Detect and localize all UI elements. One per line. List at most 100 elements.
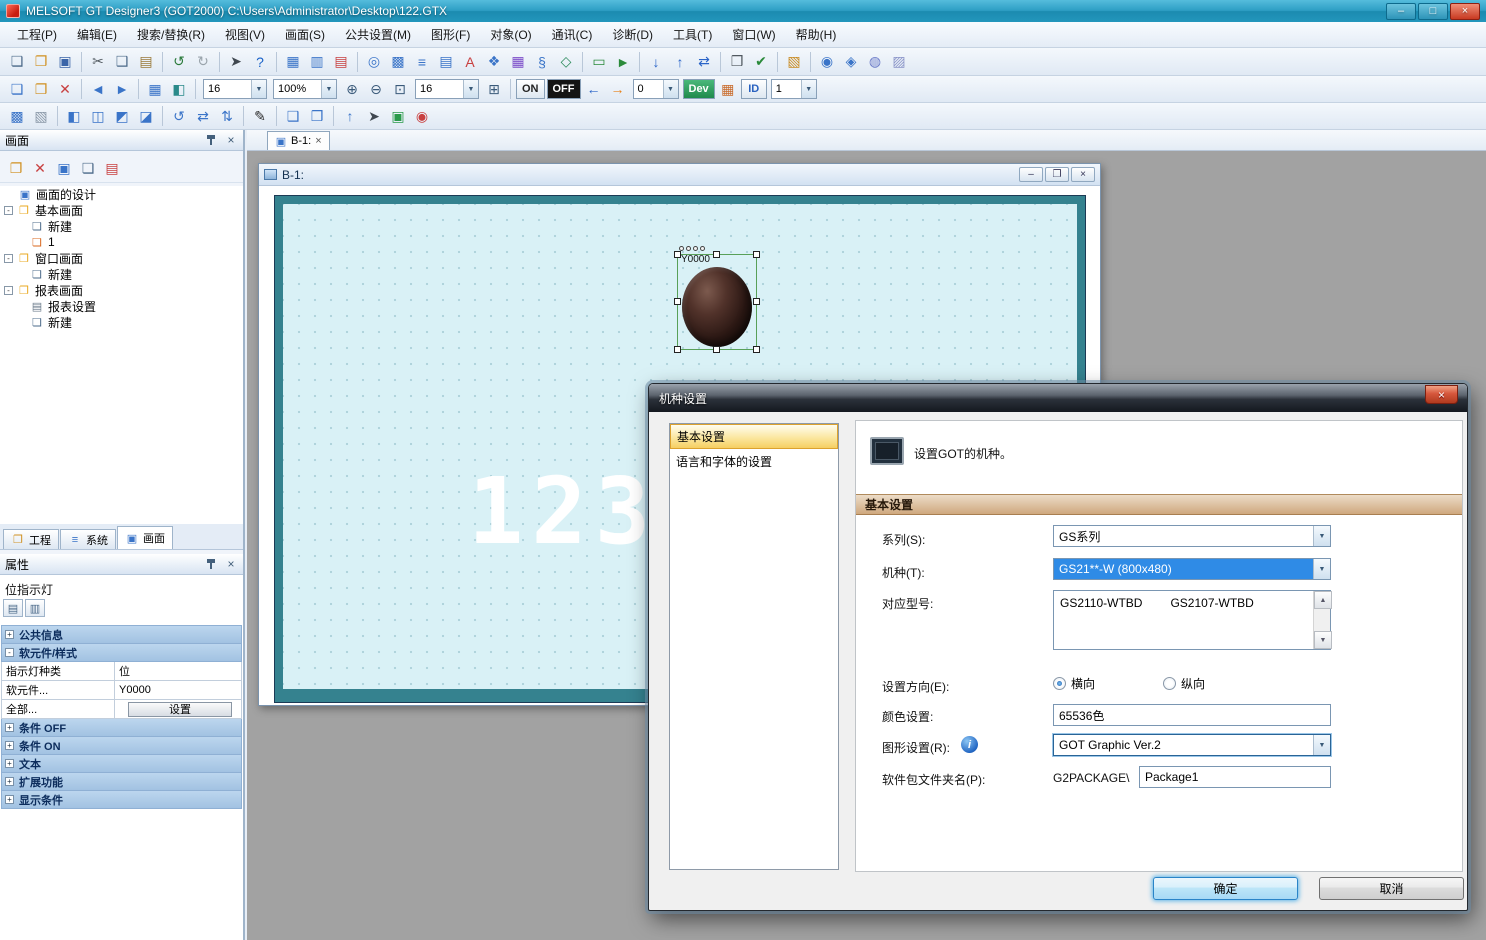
screen-window-titlebar[interactable]: B-1: – ❐ × <box>259 164 1100 186</box>
new-window-screen-icon[interactable]: ▥ <box>306 51 328 73</box>
settings-button[interactable]: 设置 <box>128 702 232 717</box>
on-state-button[interactable]: ON <box>516 79 545 99</box>
edit-vertex-icon[interactable]: ✎ <box>249 105 271 127</box>
prop-row-device[interactable]: 软元件... Y0000 <box>1 681 242 700</box>
device-list-icon[interactable]: ▤ <box>435 51 457 73</box>
state-dropdown-icon[interactable] <box>663 80 678 98</box>
screen-maximize-button[interactable]: ❐ <box>1045 167 1069 182</box>
new-report-screen-icon[interactable]: ▤ <box>330 51 352 73</box>
orientation-horizontal-radio[interactable]: 横向 <box>1053 675 1095 692</box>
alphabetical-view-icon[interactable]: ▥ <box>25 599 45 617</box>
font-size-dropdown-icon[interactable] <box>251 80 266 98</box>
ungroup-icon[interactable]: ❒ <box>306 105 328 127</box>
lamp-object[interactable]: Y0000 <box>675 248 759 352</box>
rotate-left-icon[interactable]: ↺ <box>168 105 190 127</box>
tree-item-report-settings[interactable]: ▤ 报表设置 <box>0 298 243 314</box>
tree-item-screen-design[interactable]: ▣ 画面的设计 <box>0 186 243 202</box>
radio-selected-icon[interactable] <box>1053 677 1066 690</box>
menu-view[interactable]: 视图(V) <box>216 23 274 46</box>
next-screen-icon[interactable]: ► <box>111 78 133 100</box>
resize-handle[interactable] <box>713 251 720 258</box>
compatible-models-list[interactable]: GS2110-WTBD GS2107-WTBD <box>1053 590 1331 650</box>
layer-dropdown-icon[interactable] <box>801 80 816 98</box>
resize-handle[interactable] <box>713 346 720 353</box>
window-maximize-button[interactable]: □ <box>1418 3 1448 20</box>
document-creator-icon[interactable]: ▧ <box>783 51 805 73</box>
nav-item-basic-settings[interactable]: 基本设置 <box>670 424 838 449</box>
menu-diagnostics[interactable]: 诊断(D) <box>603 23 662 46</box>
write-to-got-icon[interactable]: ↓ <box>645 51 667 73</box>
tab-project[interactable]: ❐ 工程 <box>3 529 59 549</box>
off-state-button[interactable]: OFF <box>547 79 581 99</box>
layer-combo[interactable]: 1 <box>771 79 817 99</box>
prop-section-extended[interactable]: + 扩展功能 <box>1 773 242 791</box>
resize-handle[interactable] <box>753 346 760 353</box>
tab-close-icon[interactable]: × <box>315 135 321 147</box>
menu-common-settings[interactable]: 公共设置(M) <box>336 23 420 46</box>
prop-section-display-condition[interactable]: + 显示条件 <box>1 791 242 809</box>
screen-image-list-icon[interactable]: ▦ <box>144 78 166 100</box>
zoom-out-icon[interactable]: ⊖ <box>365 78 387 100</box>
screen-minimize-button[interactable]: – <box>1019 167 1043 182</box>
flip-vertical-icon[interactable]: ⇅ <box>216 105 238 127</box>
resize-handle[interactable] <box>674 346 681 353</box>
prop-section-common-info[interactable]: + 公共信息 <box>1 626 242 644</box>
graphics-dropdown-icon[interactable] <box>1313 735 1330 755</box>
tree-expander-icon[interactable]: - <box>4 254 13 263</box>
search-device-icon[interactable]: ◍ <box>864 51 886 73</box>
prop-value[interactable]: 位 <box>115 662 241 680</box>
paste-icon[interactable]: ▤ <box>135 51 157 73</box>
tree-item-report-new[interactable]: ❏ 新建 <box>0 314 243 330</box>
menu-edit[interactable]: 编辑(E) <box>68 23 126 46</box>
menu-search-replace[interactable]: 搜索/替换(R) <box>128 23 214 46</box>
window-minimize-button[interactable]: – <box>1386 3 1416 20</box>
tree-item-window-screens[interactable]: - ❐ 窗口画面 <box>0 250 243 266</box>
device-batch-edit-icon[interactable]: ▩ <box>387 51 409 73</box>
verify-icon[interactable]: ⇄ <box>693 51 715 73</box>
menu-communication[interactable]: 通讯(C) <box>543 23 602 46</box>
menu-help[interactable]: 帮助(H) <box>787 23 846 46</box>
flip-horizontal-icon[interactable]: ⇄ <box>192 105 214 127</box>
properties-panel-close-icon[interactable]: × <box>224 557 238 571</box>
prop-row-lamp-type[interactable]: 指示灯种类 位 <box>1 662 242 681</box>
open-screen-icon[interactable]: ❐ <box>30 78 52 100</box>
device-search-icon[interactable]: ◎ <box>363 51 385 73</box>
dialog-titlebar[interactable]: 机种设置 <box>649 384 1467 412</box>
dialog-close-button[interactable]: × <box>1425 385 1458 404</box>
cancel-button[interactable]: 取消 <box>1319 877 1464 900</box>
tab-system[interactable]: ≡ 系统 <box>60 529 116 549</box>
align-bottom-icon[interactable]: ◪ <box>135 105 157 127</box>
resize-handle[interactable] <box>753 251 760 258</box>
screen-close-button[interactable]: × <box>1071 167 1095 182</box>
grid-size-combo[interactable]: 16 <box>415 79 479 99</box>
prop-value[interactable]: Y0000 <box>115 681 241 699</box>
resize-handle[interactable] <box>674 298 681 305</box>
data-browser-icon[interactable]: ▦ <box>507 51 529 73</box>
window-close-button[interactable]: × <box>1450 3 1480 20</box>
screen-preview-icon[interactable]: ◧ <box>168 78 190 100</box>
font-size-combo[interactable]: 16 <box>203 79 267 99</box>
prop-row-all-settings[interactable]: 全部... 设置 <box>1 700 242 719</box>
info-icon[interactable]: i <box>961 736 978 753</box>
script-editor-icon[interactable]: § <box>531 51 553 73</box>
prop-section-text[interactable]: + 文本 <box>1 755 242 773</box>
numeric-display-object[interactable]: 123 <box>468 466 658 558</box>
device-display-button[interactable]: Dev <box>683 79 715 99</box>
screen-on-state-icon[interactable]: ▣ <box>387 105 409 127</box>
zoom-combo[interactable]: 100% <box>273 79 337 99</box>
expand-icon[interactable]: + <box>5 777 14 786</box>
resize-handle[interactable] <box>753 298 760 305</box>
graphics-setting-combo[interactable]: GOT Graphic Ver.2 <box>1053 734 1331 756</box>
undo-icon[interactable]: ↺ <box>168 51 190 73</box>
text-list-icon[interactable]: A <box>459 51 481 73</box>
group-icon[interactable]: ❑ <box>282 105 304 127</box>
search-text-icon[interactable]: ◉ <box>816 51 838 73</box>
expand-icon[interactable]: + <box>5 759 14 768</box>
zoom-fit-icon[interactable]: ⊡ <box>389 78 411 100</box>
menu-project[interactable]: 工程(P) <box>8 23 66 46</box>
color-setting-field[interactable]: 65536色 <box>1053 704 1331 726</box>
replace-text-icon[interactable]: ◈ <box>840 51 862 73</box>
tree-expander-icon[interactable]: - <box>4 286 13 295</box>
new-base-screen-icon[interactable]: ▦ <box>282 51 304 73</box>
open-project-icon[interactable]: ❐ <box>30 51 52 73</box>
